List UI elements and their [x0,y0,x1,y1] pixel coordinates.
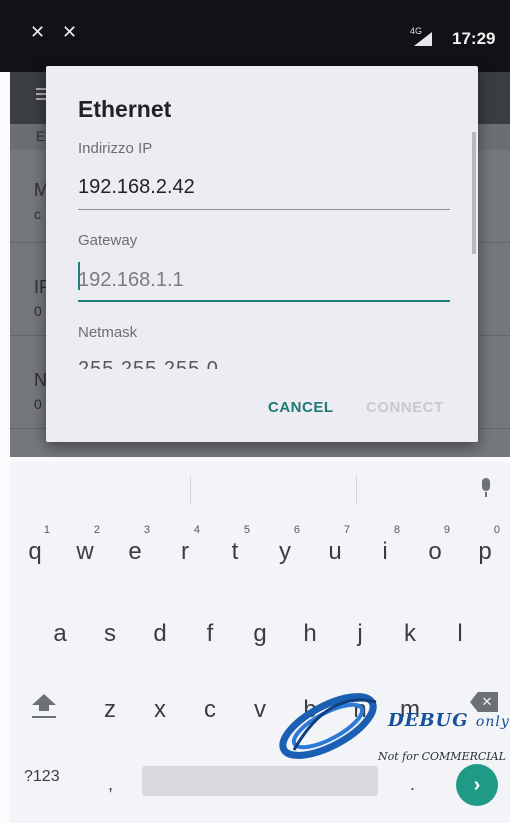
gateway-input[interactable]: 192.168.1.1 [78,269,450,292]
key-hint: 7 [343,524,350,536]
key-hint: 8 [393,524,400,536]
key-hint: 4 [193,524,200,536]
key-hint: 1 [43,524,50,536]
list-item-subtitle: 0 [34,396,42,412]
key-label: u [328,538,342,565]
key-o[interactable]: o9 [412,522,458,574]
notification-icon: ✕ [30,22,46,42]
connect-button[interactable]: CONNECT [366,399,444,416]
key-hint: 9 [443,524,450,536]
key-label: e [128,538,142,565]
key-r[interactable]: r4 [162,522,208,574]
key-j[interactable]: j [337,604,383,656]
clock: 17:29 [452,29,496,48]
period-key[interactable]: . [410,774,415,795]
key-label: o [428,538,442,565]
key-g[interactable]: g [237,604,283,656]
symbols-key[interactable]: ?123 [24,768,60,786]
key-label: r [181,538,189,565]
netmask-input[interactable]: 255.255.255.0 [78,359,219,369]
notification-icon: ✕ [62,22,78,42]
watermark-tagline: Not for COMMERCIAL [378,750,506,763]
key-hint: 5 [243,524,250,536]
gateway-label: Gateway [78,232,138,249]
key-label: q [28,538,42,565]
key-f[interactable]: f [187,604,233,656]
cancel-button[interactable]: CANCEL [268,399,334,416]
key-p[interactable]: p0 [462,522,508,574]
key-s[interactable]: s [87,604,133,656]
microphone-icon[interactable] [480,478,492,497]
signal-icon [414,32,432,46]
ip-address-label: Indirizzo IP [78,140,153,157]
suggestion-divider [190,476,191,504]
list-item-subtitle: 0 [34,303,42,319]
key-y[interactable]: y6 [262,522,308,574]
key-label: y [279,538,291,565]
key-u[interactable]: u7 [312,522,358,574]
key-label: i [382,538,388,565]
key-c[interactable]: c [187,680,233,732]
suggestion-divider [356,476,357,504]
key-a[interactable]: a [37,604,83,656]
key-t[interactable]: t5 [212,522,258,574]
key-hint: 0 [493,524,500,536]
key-h[interactable]: h [287,604,333,656]
watermark-brand-suffix: only [475,714,510,730]
key-hint: 2 [93,524,100,536]
list-item-subtitle: c [34,206,41,222]
watermark-brand: DEBUG only [388,710,510,731]
status-bar: ✕ ✕ 4G 17:29 [0,0,510,72]
key-k[interactable]: k [387,604,433,656]
suggestion-strip [10,462,510,516]
dialog-scrollbar[interactable] [472,132,476,254]
key-hint: 6 [293,524,300,536]
key-label: w [76,538,94,565]
debug-watermark: DEBUG only Not for COMMERCIAL [272,680,510,776]
key-q[interactable]: q1 [12,522,58,574]
key-d[interactable]: d [137,604,183,656]
ip-address-underline [78,209,450,210]
key-hint: 3 [143,524,150,536]
netmask-label: Netmask [78,324,138,341]
key-label: p [478,538,492,565]
key-i[interactable]: i8 [362,522,408,574]
key-w[interactable]: w2 [62,522,108,574]
dialog-title: Ethernet [78,96,172,122]
key-label: t [231,538,239,565]
section-header-label: E [36,128,46,144]
gateway-underline [78,300,450,302]
watermark-brand-text: DEBUG [388,710,469,731]
ethernet-dialog: Ethernet Indirizzo IP 192.168.2.42 Gatew… [46,66,478,442]
key-z[interactable]: z [87,680,133,732]
key-e[interactable]: e3 [112,522,158,574]
ip-address-input[interactable]: 192.168.2.42 [78,176,450,199]
key-l[interactable]: l [437,604,483,656]
comma-key[interactable]: , [108,774,113,795]
key-x[interactable]: x [137,680,183,732]
shift-icon[interactable] [32,694,56,718]
